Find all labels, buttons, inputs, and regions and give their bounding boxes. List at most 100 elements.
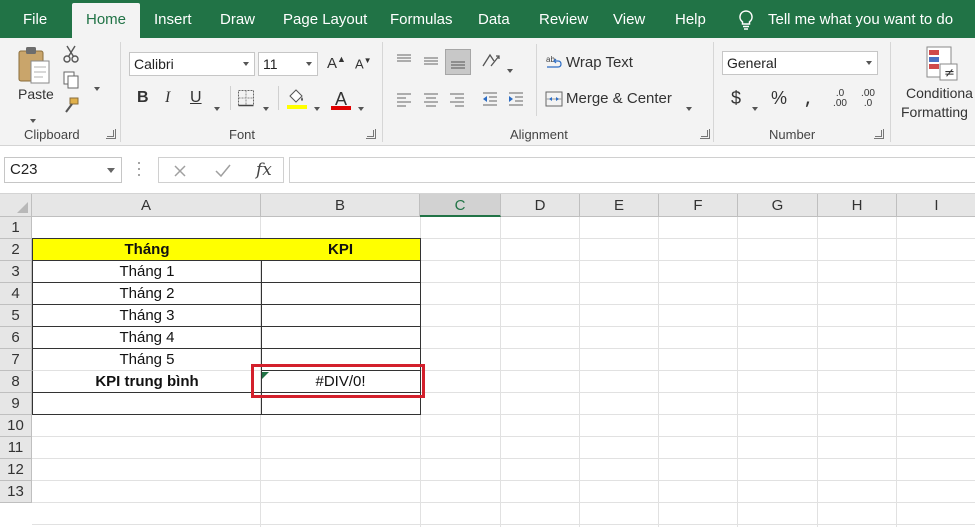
clipboard-launcher[interactable] [106,129,116,139]
cell-a8[interactable]: KPI trung bình [32,371,262,393]
column-header-e[interactable]: E [580,194,659,217]
cell-a3[interactable]: Tháng 1 [32,261,262,283]
tab-review[interactable]: Review [539,0,588,38]
row-header-11[interactable]: 11 [0,437,32,459]
underline-dropdown[interactable] [214,98,220,114]
alignment-launcher[interactable] [700,129,710,139]
copy-dropdown[interactable] [94,78,100,94]
conditional-formatting-button[interactable]: Conditiona [906,85,973,101]
enter-check-icon[interactable] [215,164,231,178]
cell-b5[interactable] [261,305,421,327]
row-header-4[interactable]: 4 [0,283,32,305]
font-color-button[interactable]: A [330,86,352,112]
formula-input[interactable] [289,157,975,183]
column-header-g[interactable]: G [738,194,818,217]
fill-color-button[interactable] [286,86,308,110]
row-header-8[interactable]: 8 [0,371,32,393]
worksheet-grid: A B C D E F G H I 1 2 3 4 5 6 7 8 9 10 1… [0,194,975,527]
font-name-select[interactable]: Calibri [129,52,255,76]
font-size-select[interactable]: 11 [258,52,318,76]
currency-button[interactable]: $ [731,88,741,109]
cell-b6[interactable] [261,327,421,349]
fill-color-dropdown[interactable] [314,98,320,114]
separator [382,42,383,142]
cancel-icon[interactable] [173,164,187,178]
insert-function-button[interactable]: fx [256,158,272,184]
middle-align-button[interactable] [420,50,442,72]
number-launcher[interactable] [874,129,884,139]
name-box-dropdown[interactable] [107,168,115,173]
paste-dropdown[interactable] [30,110,36,126]
bottom-align-button[interactable] [445,49,471,75]
column-header-f[interactable]: F [659,194,738,217]
name-box[interactable]: C23 [4,157,122,183]
cell-b3[interactable] [261,261,421,283]
row-header-3[interactable]: 3 [0,261,32,283]
tab-page-layout[interactable]: Page Layout [283,0,367,38]
cell-a2[interactable]: Tháng [32,238,262,261]
increase-decimal-button[interactable]: .0 .00 [827,86,853,112]
tab-draw[interactable]: Draw [220,0,255,38]
borders-button[interactable] [236,88,256,108]
column-header-c[interactable]: C [420,194,501,217]
row-header-10[interactable]: 10 [0,415,32,437]
bold-button[interactable]: B [137,89,149,107]
orientation-button[interactable] [480,50,502,72]
cell-b2[interactable]: KPI [261,238,421,261]
tab-insert[interactable]: Insert [154,0,192,38]
cell-a6[interactable]: Tháng 4 [32,327,262,349]
shrink-font-button[interactable]: A▼ [355,56,372,71]
tab-file[interactable]: File [23,0,47,38]
column-header-d[interactable]: D [501,194,580,217]
merge-center-button[interactable]: Merge & Center [566,90,672,107]
underline-button[interactable]: U [190,89,202,107]
row-header-6[interactable]: 6 [0,327,32,349]
align-right-button[interactable] [446,88,468,110]
formula-bar-grip[interactable] [138,162,141,178]
align-left-button[interactable] [393,88,415,110]
row-header-1[interactable]: 1 [0,217,32,239]
row-header-13[interactable]: 13 [0,481,32,503]
copy-button[interactable] [60,70,82,90]
tab-formulas[interactable]: Formulas [390,0,453,38]
select-all-button[interactable] [0,194,32,217]
increase-indent-button[interactable] [505,88,527,110]
cell-a5[interactable]: Tháng 3 [32,305,262,327]
cell-a9[interactable] [32,393,262,415]
tab-view[interactable]: View [613,0,645,38]
cell-a4[interactable]: Tháng 2 [32,283,262,305]
column-header-i[interactable]: I [897,194,975,217]
row-header-2[interactable]: 2 [0,239,32,261]
paste-button[interactable] [14,44,54,88]
cell-a7[interactable]: Tháng 5 [32,349,262,371]
percent-button[interactable]: % [771,88,787,109]
orientation-dropdown[interactable] [507,60,513,76]
column-header-h[interactable]: H [818,194,897,217]
row-header-7[interactable]: 7 [0,349,32,371]
column-header-a[interactable]: A [32,194,261,217]
top-align-button[interactable] [393,50,415,72]
font-color-dropdown[interactable] [358,98,364,114]
currency-dropdown[interactable] [752,98,758,114]
tab-home[interactable]: Home [72,3,141,38]
row-header-9[interactable]: 9 [0,393,32,415]
merge-center-dropdown[interactable] [686,98,692,114]
font-launcher[interactable] [366,129,376,139]
cell-b4[interactable] [261,283,421,305]
wrap-text-button[interactable]: Wrap Text [566,54,633,71]
row-header-12[interactable]: 12 [0,459,32,481]
tab-help[interactable]: Help [675,0,706,38]
borders-dropdown[interactable] [263,98,269,114]
decrease-indent-button[interactable] [479,88,501,110]
italic-button[interactable]: I [165,89,170,107]
format-painter-button[interactable] [60,96,82,116]
align-center-button[interactable] [420,88,442,110]
column-header-b[interactable]: B [261,194,420,217]
decrease-decimal-button[interactable]: .00 .0 [855,86,881,112]
tab-data[interactable]: Data [478,0,510,38]
comma-style-button[interactable]: ⸴ [796,88,820,112]
row-header-5[interactable]: 5 [0,305,32,327]
number-format-select[interactable]: General [722,51,878,75]
grow-font-button[interactable]: A▲ [327,54,346,72]
cut-button[interactable] [60,44,82,64]
